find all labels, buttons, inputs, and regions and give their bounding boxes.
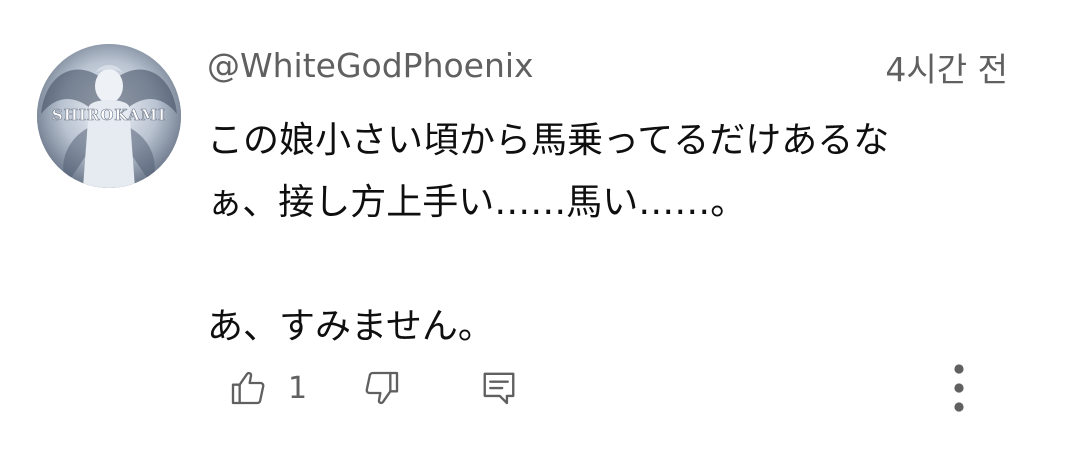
like-count: 1 <box>288 370 308 406</box>
avatar[interactable]: SHIROKAMI <box>37 44 181 188</box>
comment-line: ぁ、接し方上手い……馬い……。 <box>207 182 747 223</box>
reply-comment-icon <box>480 368 518 408</box>
reply-button[interactable] <box>480 360 518 416</box>
comment-timestamp[interactable]: 4시간 전 <box>885 48 1008 92</box>
comment-line-blank <box>207 234 1027 296</box>
avatar-image: SHIROKAMI <box>37 44 181 188</box>
comment-thread-item: SHIROKAMI @WhiteGodPhoenix 4시간 전 この娘小さい頃… <box>0 0 1080 465</box>
comment-text: この娘小さい頃から馬乗ってるだけあるな ぁ、接し方上手い……馬い……。 あ、すみ… <box>207 110 1027 358</box>
thumbs-up-icon <box>228 368 268 408</box>
dislike-button[interactable] <box>362 360 402 416</box>
author-name[interactable]: @WhiteGodPhoenix <box>207 44 534 88</box>
comment-action-bar: 1 <box>0 360 1080 420</box>
comment-line: あ、すみません。 <box>207 306 494 347</box>
avatar-text: SHIROKAMI <box>52 106 166 124</box>
thumbs-down-icon <box>362 368 402 408</box>
more-options-button[interactable] <box>944 360 974 416</box>
comment-line: この娘小さい頃から馬乗ってるだけあるな <box>207 120 890 161</box>
more-vertical-icon <box>944 360 974 416</box>
like-button[interactable]: 1 <box>228 360 307 416</box>
